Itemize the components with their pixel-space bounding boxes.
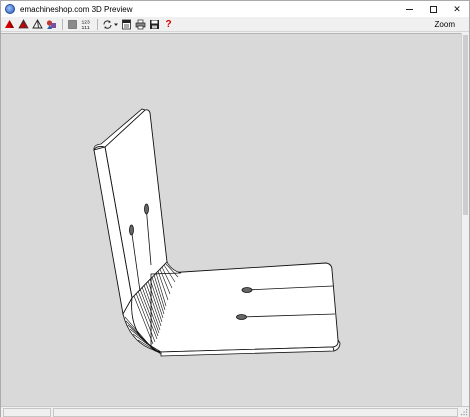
rotate-arrows-icon — [102, 19, 118, 29]
floppy-disk-icon — [150, 19, 159, 29]
status-pane-2 — [53, 408, 458, 417]
3d-viewport[interactable] — [1, 33, 461, 406]
numbers-icon: 123111 — [81, 19, 90, 30]
upper-slot-hole-1 — [144, 203, 149, 215]
shaded-edges-view-button[interactable] — [17, 18, 30, 31]
outlined-pyramid-icon — [18, 18, 29, 28]
bracket-model — [93, 108, 341, 357]
vertical-scrollbar[interactable] — [461, 33, 469, 406]
minimize-icon — [405, 8, 413, 10]
save-button[interactable] — [148, 18, 161, 31]
properties-button[interactable] — [120, 18, 133, 31]
bottom-flange-top-face — [150, 262, 339, 353]
help-button[interactable]: ? — [162, 18, 175, 31]
gray-square-icon — [68, 19, 77, 29]
maximize-icon — [429, 5, 437, 13]
color-shapes-icon — [46, 19, 56, 29]
help-icon: ? — [165, 18, 172, 30]
minimize-button[interactable] — [397, 1, 421, 17]
status-bar — [1, 406, 469, 417]
scrollbar-thumb[interactable] — [463, 35, 468, 215]
rotate-dropdown-button[interactable] — [101, 18, 119, 31]
preview-window: emachineshop.com 3D Preview ✕ 123 111 ? … — [0, 0, 470, 417]
printer-icon — [135, 19, 146, 29]
close-button[interactable]: ✕ — [445, 1, 469, 17]
toolbar-separator — [97, 18, 98, 30]
print-button[interactable] — [134, 18, 147, 31]
close-icon: ✕ — [453, 3, 461, 14]
resize-grip-icon[interactable] — [460, 408, 468, 416]
svg-text:111: 111 — [81, 25, 90, 30]
window-controls: ✕ — [397, 1, 469, 17]
toolbar-separator — [62, 18, 63, 30]
wireframe-pyramid-icon — [32, 18, 43, 28]
svg-text:123: 123 — [81, 19, 90, 25]
app-logo-icon — [5, 4, 15, 14]
shaded-view-button[interactable] — [3, 18, 16, 31]
maximize-button[interactable] — [421, 1, 445, 17]
red-pyramid-icon — [5, 19, 14, 28]
zoom-button[interactable]: Zoom — [431, 18, 459, 31]
materials-view-button[interactable] — [45, 18, 58, 31]
window-title: emachineshop.com 3D Preview — [20, 4, 133, 14]
toolbar: 123 111 ? Zoom — [1, 17, 469, 32]
lower-slot-hole-2 — [236, 314, 247, 320]
upper-slot-hole-2 — [129, 224, 134, 236]
wireframe-view-button[interactable] — [31, 18, 44, 31]
title-bar: emachineshop.com 3D Preview ✕ — [1, 1, 469, 17]
status-pane-1 — [3, 408, 51, 417]
frame-counter-button[interactable]: 123 111 — [80, 18, 93, 31]
lower-slot-hole-1 — [241, 287, 253, 293]
properties-sheet-icon — [122, 19, 131, 29]
solid-fill-button[interactable] — [66, 18, 79, 31]
